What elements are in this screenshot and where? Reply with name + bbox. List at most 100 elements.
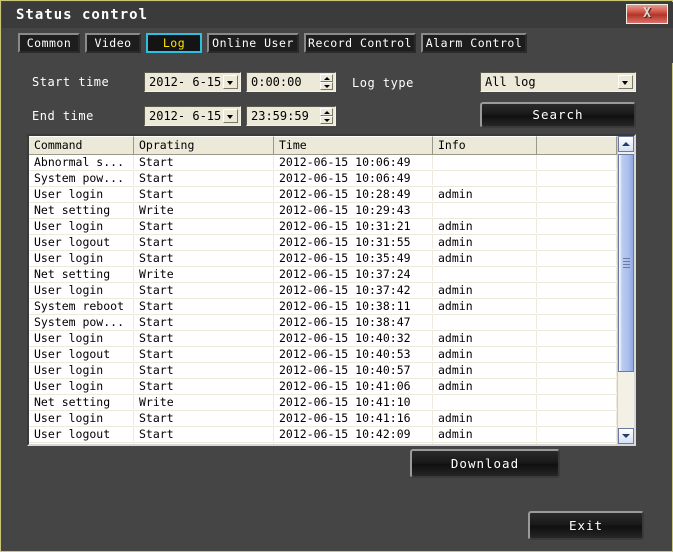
- start-clock-field[interactable]: 0:00:00: [246, 72, 336, 92]
- tab-common[interactable]: Common: [18, 33, 80, 53]
- column-header-oprating[interactable]: Oprating: [134, 136, 274, 154]
- table-row[interactable]: User login Start 2012-06-15 10:41:16 admin: [29, 411, 617, 427]
- table-row[interactable]: User login Start 2012-06-15 10:31:21 admin: [29, 219, 617, 235]
- end-clock-stepper[interactable]: [320, 108, 333, 124]
- table-cell: admin: [433, 219, 537, 233]
- table-row[interactable]: Net setting Write 2012-06-15 10:29:43: [29, 203, 617, 219]
- stepper-down-icon[interactable]: [320, 116, 333, 124]
- table-cell: admin: [433, 283, 537, 297]
- table-cell: User logout: [29, 427, 134, 441]
- table-cell: admin: [433, 411, 537, 425]
- table-cell: Net setting: [29, 203, 134, 217]
- table-cell: 2012-06-15 10:42:09: [274, 427, 433, 441]
- table-cell: User logout: [29, 347, 134, 361]
- table-row[interactable]: System reboot Start 2012-06-15 10:38:11 adm…: [29, 299, 617, 315]
- table-cell: [537, 171, 617, 185]
- tab-record-control[interactable]: Record Control: [304, 33, 416, 53]
- table-row[interactable]: User login Start 2012-06-15 10:40:57 admin: [29, 363, 617, 379]
- log-type-select[interactable]: All log: [480, 72, 636, 92]
- column-header-command[interactable]: Command: [29, 136, 134, 154]
- table-cell: [537, 395, 617, 409]
- table-cell: admin: [433, 251, 537, 265]
- table-row[interactable]: Net setting Write 2012-06-15 10:37:24: [29, 267, 617, 283]
- table-cell: Start: [134, 363, 274, 377]
- scroll-down-icon[interactable]: [618, 428, 634, 444]
- table-cell: [537, 379, 617, 393]
- table-row[interactable]: User login Start 2012-06-15 10:35:49 admin: [29, 251, 617, 267]
- table-cell: [433, 267, 537, 281]
- stepper-up-icon[interactable]: [320, 108, 333, 116]
- table-cell: Start: [134, 299, 274, 313]
- tab-log[interactable]: Log: [146, 33, 202, 53]
- table-cell: 2012-06-15 10:38:47: [274, 315, 433, 329]
- table-cell: [537, 363, 617, 377]
- table-row[interactable]: User login Start 2012-06-15 10:40:32 admin: [29, 331, 617, 347]
- table-row[interactable]: User login Start 2012-06-15 10:37:42 admin: [29, 283, 617, 299]
- close-button[interactable]: X: [626, 4, 668, 24]
- table-cell: [537, 331, 617, 345]
- table-cell: Net setting: [29, 267, 134, 281]
- stepper-up-icon[interactable]: [320, 74, 333, 82]
- table-cell: System reboot: [29, 299, 134, 313]
- table-cell: [537, 347, 617, 361]
- table-cell: [537, 299, 617, 313]
- log-type-value: All log: [485, 75, 536, 89]
- start-date-value: 2012- 6-15: [149, 75, 222, 89]
- log-table-body[interactable]: Abnormal s... Start 2012-06-15 10:06:49 Sys…: [29, 155, 617, 444]
- table-cell: admin: [433, 379, 537, 393]
- table-cell: Start: [134, 331, 274, 345]
- column-header-blank[interactable]: [537, 136, 617, 154]
- column-header-info[interactable]: Info: [433, 136, 537, 154]
- log-table-scrollbar[interactable]: [617, 136, 634, 444]
- stepper-down-icon[interactable]: [320, 82, 333, 90]
- table-row[interactable]: User logout Start 2012-06-15 10:42:09 admin: [29, 427, 617, 443]
- scroll-up-icon[interactable]: [618, 136, 634, 152]
- table-cell: 2012-06-15 10:06:49: [274, 155, 433, 169]
- search-button[interactable]: Search: [480, 102, 636, 128]
- log-table-header: Command Oprating Time Info: [29, 136, 634, 155]
- table-row[interactable]: Abnormal s... Start 2012-06-15 10:06:49: [29, 155, 617, 171]
- table-cell: [537, 251, 617, 265]
- table-cell: admin: [433, 347, 537, 361]
- table-row[interactable]: User login Start 2012-06-15 10:28:49 admin: [29, 187, 617, 203]
- table-row[interactable]: User logout Start 2012-06-15 10:40:53 admin: [29, 347, 617, 363]
- table-cell: User logout: [29, 443, 134, 444]
- table-cell: Start: [134, 443, 274, 444]
- table-cell: User logout: [29, 235, 134, 249]
- table-row[interactable]: User login Start 2012-06-15 10:41:06 admin: [29, 379, 617, 395]
- table-cell: 2012-06-15 10:31:55: [274, 235, 433, 249]
- table-cell: 2012-06-15 10:40:53: [274, 347, 433, 361]
- table-row[interactable]: User logoutStart2012-06-15 10:43:54admin: [29, 443, 617, 444]
- table-cell: Abnormal s...: [29, 155, 134, 169]
- table-cell: Write: [134, 203, 274, 217]
- end-date-field[interactable]: 2012- 6-15: [144, 106, 241, 126]
- tab-video[interactable]: Video: [85, 33, 141, 53]
- end-date-value: 2012- 6-15: [149, 109, 222, 123]
- table-cell: 2012-06-15 10:06:49: [274, 171, 433, 185]
- table-cell: System pow...: [29, 315, 134, 329]
- table-cell: User login: [29, 363, 134, 377]
- table-row[interactable]: Net setting Write 2012-06-15 10:41:10: [29, 395, 617, 411]
- table-cell: admin: [433, 235, 537, 249]
- table-cell: Net setting: [29, 395, 134, 409]
- tab-strip: Common Video Log Online User Record Control A…: [2, 28, 673, 63]
- table-cell: System pow...: [29, 171, 134, 185]
- column-header-time[interactable]: Time: [274, 136, 433, 154]
- end-clock-field[interactable]: 23:59:59: [246, 106, 336, 126]
- start-date-chevron-down-icon[interactable]: [223, 75, 238, 89]
- log-table: Command Oprating Time Info Abnormal s... Sta…: [27, 134, 636, 446]
- log-type-chevron-down-icon[interactable]: [618, 75, 633, 89]
- download-button[interactable]: Download: [410, 449, 560, 478]
- table-row[interactable]: System pow... Start 2012-06-15 10:06:49: [29, 171, 617, 187]
- table-row[interactable]: User logout Start 2012-06-15 10:31:55 admin: [29, 235, 617, 251]
- tab-alarm-control[interactable]: Alarm Control: [421, 33, 527, 53]
- table-row[interactable]: System pow... Start 2012-06-15 10:38:47: [29, 315, 617, 331]
- table-cell: [537, 411, 617, 425]
- scrollbar-thumb[interactable]: [618, 154, 634, 372]
- exit-button[interactable]: Exit: [528, 511, 644, 540]
- end-date-chevron-down-icon[interactable]: [223, 109, 238, 123]
- start-date-field[interactable]: 2012- 6-15: [144, 72, 241, 92]
- title-bar: Status control X: [2, 2, 673, 29]
- tab-online-user[interactable]: Online User: [207, 33, 299, 53]
- start-clock-stepper[interactable]: [320, 74, 333, 90]
